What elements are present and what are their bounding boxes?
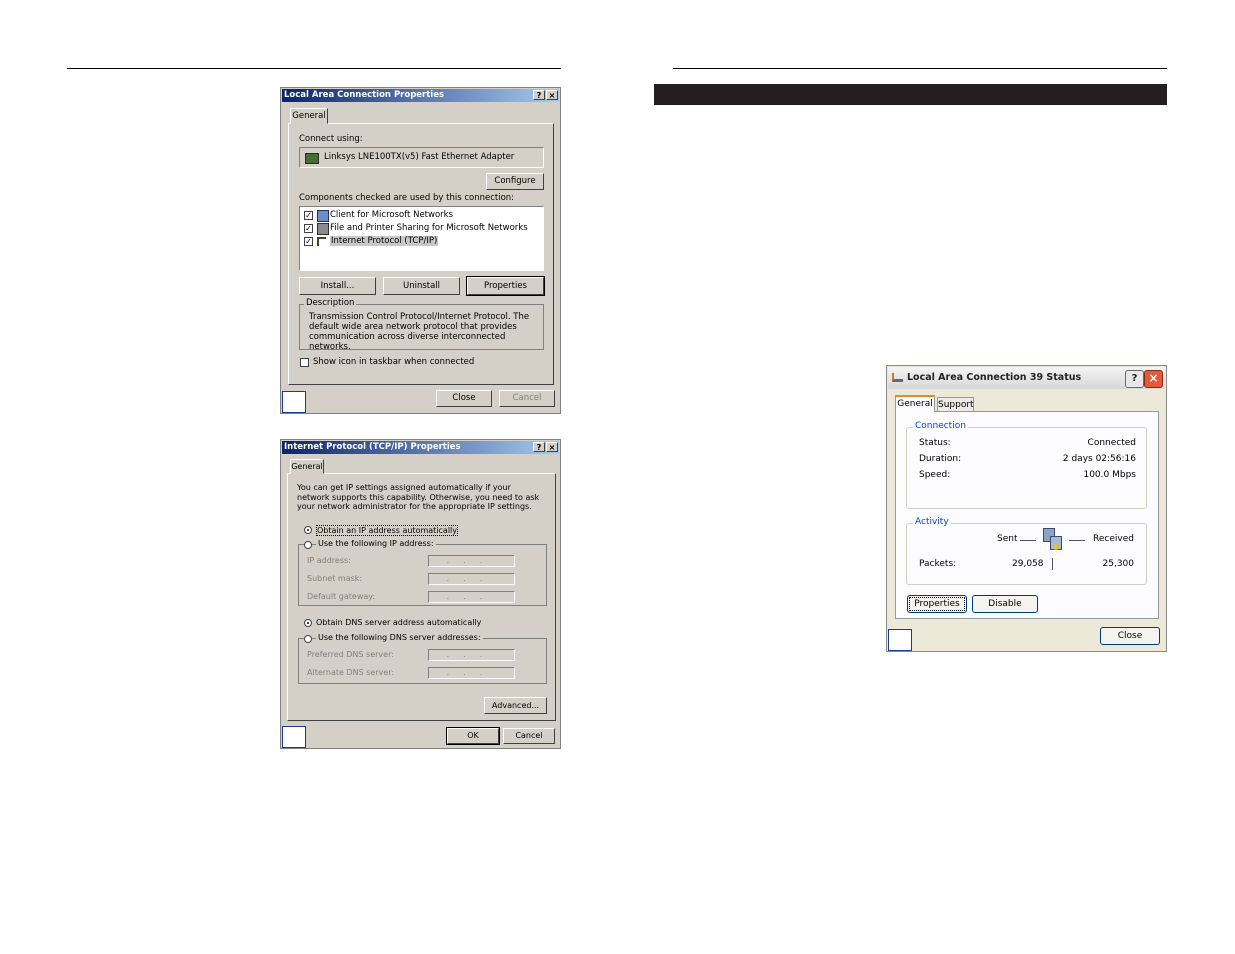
help-button[interactable]: ? [533,442,545,452]
component-label: Internet Protocol (TCP/IP) [330,236,439,246]
use-ip-radio[interactable] [304,541,312,549]
components-list: ✓ Client for Microsoft Networks ✓ File a… [299,206,544,271]
help-button[interactable]: ? [533,90,545,100]
components-label: Components checked are used by this conn… [299,193,515,203]
packets-divider [1052,558,1053,570]
packets-label: Packets: [919,559,957,569]
received-line [1069,540,1085,541]
close-icon[interactable]: × [1144,370,1163,388]
list-item[interactable]: ✓ Client for Microsoft Networks [304,210,524,222]
uninstall-button[interactable]: Uninstall [383,277,460,295]
duration-value: 2 days 02:56:16 [1062,454,1136,464]
ok-button[interactable]: OK [446,727,500,745]
activity-group: Activity Sent Received Packets: 29,058 2… [906,517,1147,585]
speed-value: 100.0 Mbps [1083,470,1136,480]
subnet-mask-input: ... [428,573,515,585]
component-label: File and Printer Sharing for Microsoft N… [330,223,528,233]
lan-status-dialog: Local Area Connection 39 Status ? × Gene… [886,365,1167,652]
list-item[interactable]: ✓ File and Printer Sharing for Microsoft… [304,223,528,235]
obtain-ip-radio[interactable] [304,526,312,534]
status-value: Connected [1087,438,1136,448]
tab-general[interactable]: General [290,108,328,124]
component-label: Client for Microsoft Networks [330,210,454,220]
status-label: Status: [919,438,951,448]
alternate-dns-label: Alternate DNS server: [307,668,395,677]
tab-support[interactable]: Support [937,397,974,412]
preferred-dns-input: ... [428,649,515,661]
close-icon[interactable]: × [546,442,558,452]
use-dns-label: Use the following DNS server addresses: [316,633,483,642]
sent-line [1020,540,1036,541]
step-marker [282,726,306,748]
file-sharing-checkbox[interactable]: ✓ [304,224,313,233]
lan-properties-dialog: Local Area Connection Properties ? × Gen… [280,87,561,414]
tab-general[interactable]: General [895,395,935,412]
connection-group: Connection Status: Connected Duration: 2… [906,421,1147,509]
adapter-name: Linksys LNE100TX(v5) Fast Ethernet Adapt… [324,152,515,162]
help-button[interactable]: ? [1125,370,1144,388]
show-icon-label: Show icon in taskbar when connected [313,357,475,367]
packets-sent-value: 29,058 [1012,559,1044,569]
ip-address-input: ... [428,555,515,567]
close-icon[interactable]: × [546,90,558,100]
preferred-dns-label: Preferred DNS server: [307,650,394,659]
client-checkbox[interactable]: ✓ [304,211,313,220]
show-icon-checkbox[interactable] [300,358,309,367]
default-gateway-input: ... [428,591,515,603]
title-bar: Local Area Connection Properties ? × [282,89,559,102]
cancel-button[interactable]: Cancel [503,728,555,744]
ip-address-label: IP address: [307,556,351,565]
right-header-rule [673,68,1167,69]
network-activity-icon [1041,528,1063,550]
list-item[interactable]: ✓ Internet Protocol (TCP/IP) [304,236,524,248]
speed-label: Speed: [919,470,951,480]
advanced-button[interactable]: Advanced... [484,697,547,714]
step-marker [888,629,912,651]
close-button[interactable]: Close [436,390,492,407]
use-dns-radio[interactable] [304,635,312,643]
activity-title: Activity [913,517,951,527]
subnet-mask-label: Subnet mask: [307,574,363,583]
description-group: Description Transmission Control Protoco… [299,298,544,352]
left-header-rule [67,68,561,69]
title-bar: Internet Protocol (TCP/IP) Properties ? … [282,441,559,454]
tcpip-checkbox[interactable]: ✓ [304,237,313,246]
obtain-dns-radio[interactable] [304,619,312,627]
duration-label: Duration: [919,454,962,464]
received-label: Received [1093,534,1134,544]
dialog-title: Internet Protocol (TCP/IP) Properties [284,442,461,452]
sent-label: Sent [997,534,1018,544]
close-button[interactable]: Close [1100,627,1160,645]
network-adapter-icon [305,153,319,164]
protocol-icon [317,237,326,246]
install-button[interactable]: Install... [299,277,376,295]
intro-text: You can get IP settings assigned automat… [297,483,540,511]
cancel-button: Cancel [499,390,555,407]
step-marker [282,391,306,413]
description-title: Description [304,298,357,308]
connection-title: Connection [913,421,968,431]
use-ip-label: Use the following IP address: [316,539,436,548]
adapter-field: Linksys LNE100TX(v5) Fast Ethernet Adapt… [299,147,544,168]
network-connection-icon [892,373,903,382]
properties-button[interactable]: Properties [466,276,545,296]
description-text: Transmission Control Protocol/Internet P… [309,312,530,352]
disable-button[interactable]: Disable [972,595,1038,613]
printer-share-icon [317,223,329,235]
default-gateway-label: Default gateway: [307,592,376,601]
alternate-dns-input: ... [428,667,515,679]
title-bar: Local Area Connection 39 Status ? × [888,367,1165,389]
configure-button[interactable]: Configure [486,173,544,190]
dialog-title: Local Area Connection 39 Status [907,372,1082,383]
dialog-title: Local Area Connection Properties [284,90,445,100]
section-header-bar [654,84,1167,105]
connect-using-label: Connect using: [299,134,363,144]
properties-button[interactable]: Properties [907,595,967,613]
obtain-ip-label: Obtain an IP address automatically [316,525,459,536]
network-client-icon [317,210,329,222]
tcpip-properties-dialog: Internet Protocol (TCP/IP) Properties ? … [280,439,561,749]
tab-general[interactable]: General [290,459,324,474]
obtain-dns-label: Obtain DNS server address automatically [316,618,482,627]
packets-received-value: 25,300 [1102,559,1135,569]
